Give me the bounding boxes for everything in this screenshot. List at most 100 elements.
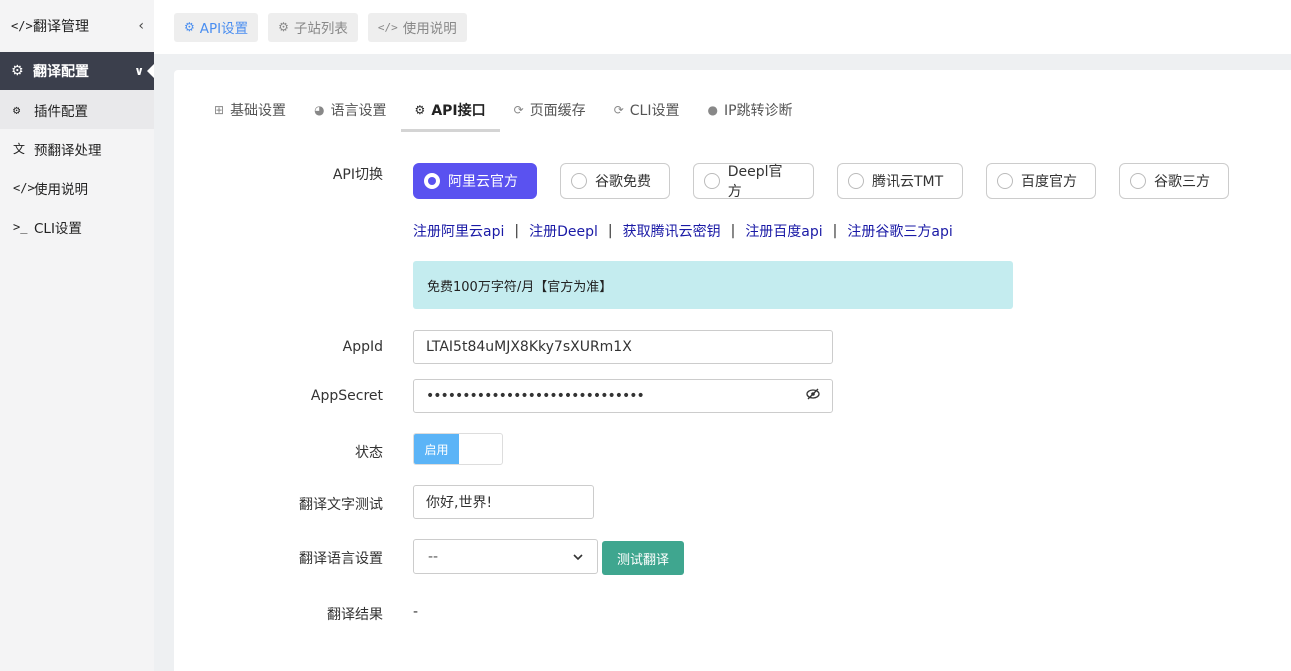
radio-icon xyxy=(571,173,587,189)
chevron-down-icon xyxy=(573,550,583,564)
subsite-list-button[interactable]: ⚙ 子站列表 xyxy=(268,12,358,42)
sidebar-item-usage[interactable]: </> 使用说明 xyxy=(0,168,154,207)
sidebar-item-plugin-config[interactable]: ⚙ 插件配置 xyxy=(0,90,154,129)
link-separator: | xyxy=(514,223,520,239)
tab-label: API接口 xyxy=(431,103,486,119)
api-settings-button[interactable]: ⚙ API设置 xyxy=(174,12,259,42)
provider-option-aliyun[interactable]: 阿里云官方 xyxy=(413,163,537,199)
register-baidu-link[interactable]: 注册百度api xyxy=(745,221,822,241)
tab-api[interactable]: ⚙ API接口 xyxy=(400,88,500,132)
chevron-down-icon: ∨ xyxy=(134,64,144,78)
result-label: 翻译结果 xyxy=(327,607,383,623)
sidebar-item-label: 预翻译处理 xyxy=(34,142,102,159)
sidebar-item-cli[interactable]: >_ CLI设置 xyxy=(0,207,154,246)
tab-label: 页面缓存 xyxy=(529,103,586,119)
register-google-third-link[interactable]: 注册谷歌三方api xyxy=(847,221,952,241)
tab-cli-settings[interactable]: ⟳ CLI设置 xyxy=(600,88,694,132)
terminal-icon: >_ xyxy=(13,219,28,234)
refresh-icon: ⟳ xyxy=(513,103,524,117)
sidebar-section-label: 翻译配置 xyxy=(33,64,89,80)
sidebar-header[interactable]: </> 翻译管理 ‹ xyxy=(0,0,154,52)
sidebar-section-translate-config[interactable]: ⚙ 翻译配置 ∨ xyxy=(0,52,154,90)
test-lang-value: -- xyxy=(428,548,439,565)
gear-icon: ⚙ xyxy=(184,20,195,34)
provider-option-baidu[interactable]: 百度官方 xyxy=(986,163,1096,199)
gear-icon: ⚙ xyxy=(414,103,426,117)
tab-basic-settings[interactable]: ⊞ 基础设置 xyxy=(200,88,300,132)
test-text-value: 你好,世界! xyxy=(426,495,493,511)
tencent-key-link[interactable]: 获取腾讯云密钥 xyxy=(623,221,721,241)
provider-label: 谷歌三方 xyxy=(1154,174,1210,190)
sidebar-header-label: 翻译管理 xyxy=(33,19,89,35)
usage-button[interactable]: </> 使用说明 xyxy=(367,12,467,42)
tab-label: IP跳转诊断 xyxy=(723,103,793,119)
status-toggle[interactable]: 启用 xyxy=(413,433,503,465)
tab-bar: ⊞ 基础设置 ◕ 语言设置 ⚙ API接口 ⟳ 页面缓存 ⟳ CLI设置 ● I… xyxy=(200,88,807,132)
link-separator: | xyxy=(607,223,613,239)
link-separator: | xyxy=(730,223,736,239)
usage-label: 使用说明 xyxy=(402,21,457,37)
sidebar-item-label: CLI设置 xyxy=(34,220,82,237)
dashboard-icon: ◕ xyxy=(314,103,325,117)
provider-label: 百度官方 xyxy=(1021,174,1077,190)
refresh-icon: ⟳ xyxy=(613,103,624,117)
eye-slash-icon[interactable] xyxy=(806,388,820,404)
radio-icon xyxy=(424,173,440,189)
code-icon: </> xyxy=(11,19,33,33)
api-switch-label: API切换 xyxy=(332,167,383,183)
gears-icon: ⚙ xyxy=(278,20,289,34)
test-text-label: 翻译文字测试 xyxy=(299,497,383,513)
radio-icon xyxy=(848,173,864,189)
status-on-label: 启用 xyxy=(414,434,459,464)
radio-icon xyxy=(1130,173,1146,189)
provider-label: 阿里云官方 xyxy=(448,174,518,190)
appid-label: AppId xyxy=(342,339,383,355)
code-icon: </> xyxy=(377,20,398,34)
subsite-list-label: 子站列表 xyxy=(293,21,348,37)
provider-option-google-free[interactable]: 谷歌免费 xyxy=(560,163,670,199)
settings-panel: ⊞ 基础设置 ◕ 语言设置 ⚙ API接口 ⟳ 页面缓存 ⟳ CLI设置 ● I… xyxy=(174,70,1291,671)
tab-ip-diagnosis[interactable]: ● IP跳转诊断 xyxy=(693,88,806,132)
appsecret-label: AppSecret xyxy=(310,388,383,404)
provider-option-deepl[interactable]: Deepl官方 xyxy=(693,163,814,200)
top-nav: ⚙ API设置 ⚙ 子站列表 </> 使用说明 xyxy=(154,0,1291,54)
test-text-input[interactable]: 你好,世界! xyxy=(413,485,594,519)
gear-icon: ⚙ xyxy=(13,102,21,117)
provider-label: 谷歌免费 xyxy=(595,174,651,190)
appid-input[interactable]: LTAI5t84uMJX8Kky7sXURm1X xyxy=(413,330,833,364)
sidebar-item-pretranslate[interactable]: 文 预翻译处理 xyxy=(0,129,154,168)
test-translate-button[interactable]: 测试翻译 xyxy=(602,541,684,575)
tab-label: CLI设置 xyxy=(629,103,680,119)
provider-radio-group: 阿里云官方 谷歌免费 Deepl官方 腾讯云TMT 百度官方 谷歌三方 xyxy=(413,163,1229,200)
tab-page-cache[interactable]: ⟳ 页面缓存 xyxy=(500,88,600,132)
sidebar-item-label: 使用说明 xyxy=(34,181,88,198)
tab-language-settings[interactable]: ◕ 语言设置 xyxy=(300,88,400,132)
globe-icon: ● xyxy=(707,103,718,117)
result-value: - xyxy=(413,604,419,620)
code-icon: </> xyxy=(13,180,35,195)
tab-label: 语言设置 xyxy=(330,103,387,119)
collapse-icon[interactable]: ‹ xyxy=(138,18,144,34)
provider-label: Deepl官方 xyxy=(727,164,783,200)
appsecret-value: •••••••••••••••••••••••••••••• xyxy=(426,388,645,404)
translate-icon: 文 xyxy=(13,142,26,156)
appsecret-input[interactable]: •••••••••••••••••••••••••••••• xyxy=(413,379,833,413)
gear-icon: ⚙ xyxy=(11,63,24,79)
appid-value: LTAI5t84uMJX8Kky7sXURm1X xyxy=(426,339,632,355)
link-separator: | xyxy=(832,223,838,239)
test-lang-label: 翻译语言设置 xyxy=(299,551,383,567)
provider-label: 腾讯云TMT xyxy=(872,174,944,190)
register-aliyun-link[interactable]: 注册阿里云api xyxy=(413,221,504,241)
register-deepl-link[interactable]: 注册Deepl xyxy=(529,221,598,241)
radio-icon xyxy=(704,173,720,189)
api-settings-label: API设置 xyxy=(199,21,249,37)
provider-option-tencent[interactable]: 腾讯云TMT xyxy=(837,163,963,199)
status-label: 状态 xyxy=(355,445,383,461)
sidebar: </> 翻译管理 ‹ ⚙ 翻译配置 ∨ ⚙ 插件配置 文 预翻译处理 </> 使… xyxy=(0,0,154,671)
provider-option-google-third[interactable]: 谷歌三方 xyxy=(1119,163,1229,199)
tab-label: 基础设置 xyxy=(230,103,287,119)
sitemap-icon: ⊞ xyxy=(214,103,225,117)
sidebar-item-label: 插件配置 xyxy=(34,103,88,120)
provider-links: 注册阿里云api | 注册Deepl | 获取腾讯云密钥 | 注册百度api |… xyxy=(413,221,953,241)
test-lang-select[interactable]: -- xyxy=(413,539,598,574)
